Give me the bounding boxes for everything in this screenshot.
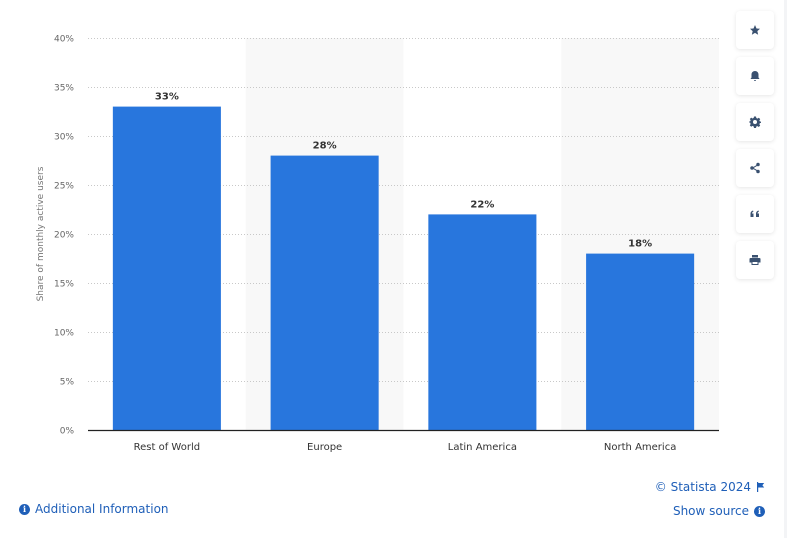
share-button[interactable] bbox=[736, 149, 774, 187]
info-icon: i bbox=[19, 503, 30, 515]
y-tick-label: 5% bbox=[60, 378, 75, 388]
copyright-link[interactable]: © Statista 2024 bbox=[655, 480, 765, 494]
show-source-label: Show source bbox=[672, 504, 749, 518]
additional-information-label: Additional Information bbox=[35, 502, 169, 516]
bar-data-label: 18% bbox=[628, 239, 652, 250]
show-source-link[interactable]: Show source i bbox=[673, 504, 765, 518]
chart-toolbar bbox=[736, 11, 774, 287]
x-tick-label: Europe bbox=[307, 442, 342, 453]
star-icon bbox=[750, 25, 760, 35]
notification-button[interactable] bbox=[736, 57, 774, 95]
settings-button[interactable] bbox=[736, 103, 774, 141]
y-tick-label: 30% bbox=[54, 133, 74, 143]
y-tick-label: 10% bbox=[54, 329, 74, 339]
y-tick-label: 20% bbox=[54, 231, 74, 241]
flag-icon bbox=[757, 482, 765, 492]
bar-data-label: 33% bbox=[155, 92, 179, 103]
additional-information-link[interactable]: i Additional Information bbox=[19, 502, 169, 516]
quote-icon bbox=[750, 210, 759, 217]
bell-icon bbox=[750, 71, 760, 81]
bar-chart: 33% 28% 22% 18% 0% 5% 10% 15% 20% 25% 30% 35% 40% R… bbox=[36, 35, 719, 453]
bar-data-label: 28% bbox=[313, 141, 337, 152]
bar[interactable] bbox=[586, 253, 695, 430]
bar[interactable] bbox=[112, 106, 221, 430]
bar-data-label: 22% bbox=[470, 199, 494, 210]
x-tick-label: North America bbox=[604, 442, 676, 453]
y-tick-label: 25% bbox=[54, 182, 74, 192]
gear-icon bbox=[749, 116, 761, 128]
copyright-label: © Statista 2024 bbox=[654, 480, 751, 494]
x-tick-label: Latin America bbox=[448, 442, 517, 453]
print-button[interactable] bbox=[736, 241, 774, 279]
cite-button[interactable] bbox=[736, 195, 774, 233]
share-icon bbox=[750, 162, 760, 174]
x-tick-label: Rest of World bbox=[134, 442, 200, 453]
print-icon bbox=[749, 255, 761, 265]
favorite-button[interactable] bbox=[736, 11, 774, 49]
y-tick-label: 0% bbox=[60, 427, 75, 437]
y-tick-label: 15% bbox=[54, 280, 74, 290]
y-tick-label: 40% bbox=[54, 35, 74, 45]
info-icon: i bbox=[754, 505, 765, 517]
bar[interactable] bbox=[428, 214, 537, 430]
y-axis-label: Share of monthly active users bbox=[36, 166, 46, 301]
bar[interactable] bbox=[270, 155, 379, 430]
y-tick-label: 35% bbox=[54, 84, 74, 94]
